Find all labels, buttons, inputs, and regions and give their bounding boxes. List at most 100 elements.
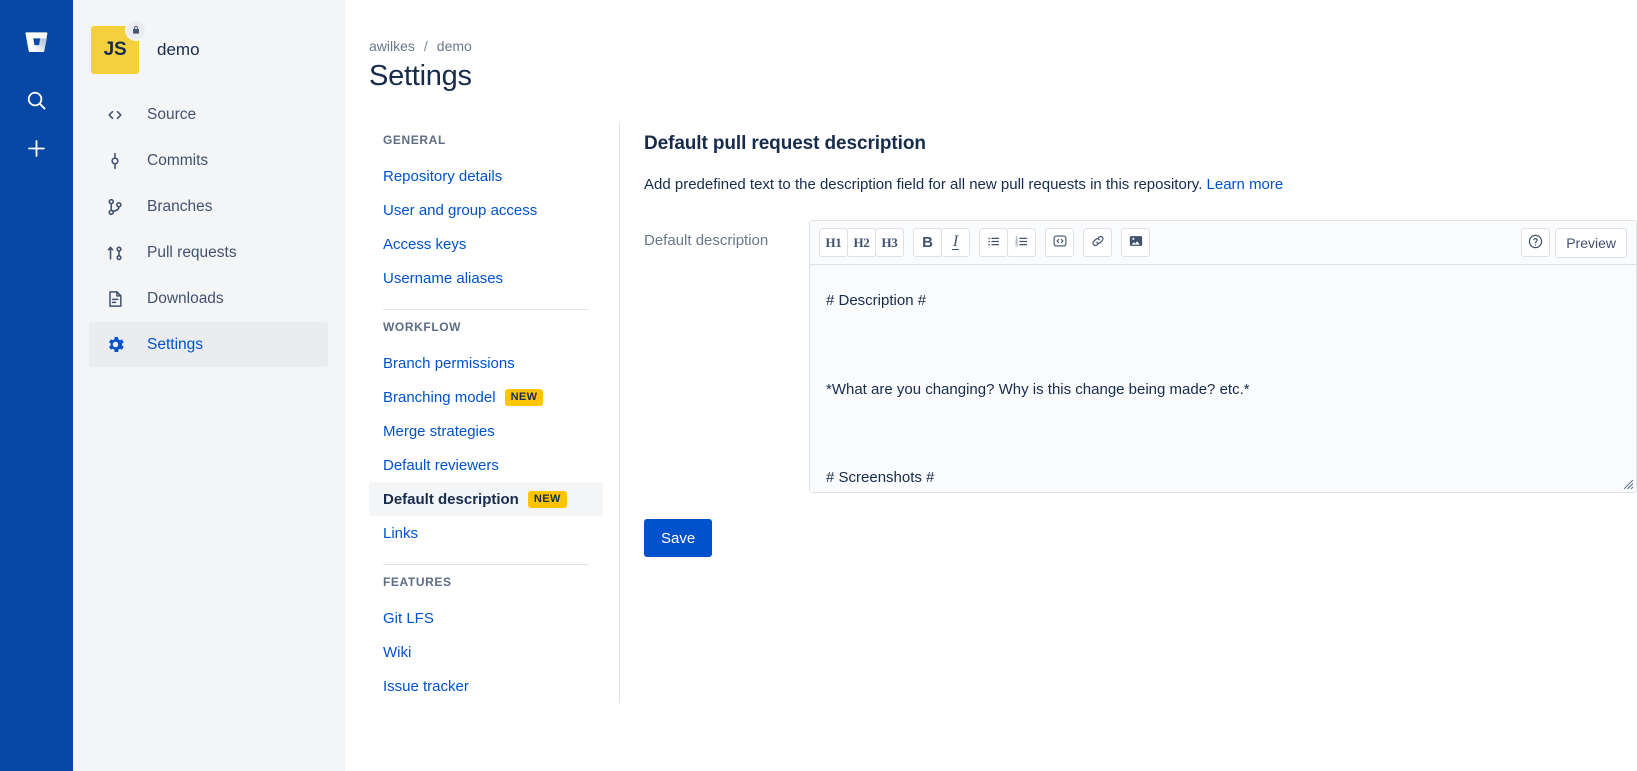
settings-nav-item-label: Merge strategies <box>383 422 495 440</box>
save-button[interactable]: Save <box>644 519 713 557</box>
breadcrumb: awilkes / demo <box>369 38 1637 54</box>
settings-nav-item-issue-tracker[interactable]: Issue tracker <box>369 669 603 703</box>
plus-icon[interactable] <box>17 128 57 168</box>
sidebar-item-downloads[interactable]: Downloads <box>89 276 328 321</box>
bulleted-list-icon <box>986 234 1001 252</box>
heading-1-label: H1 <box>825 234 842 250</box>
numbered-list-button[interactable]: 1 2 3 <box>1007 228 1036 257</box>
panel-description: Add predefined text to the description f… <box>644 174 1637 195</box>
sidebar-item-label: Pull requests <box>147 243 237 261</box>
status-badge: NEW <box>504 388 544 406</box>
settings-nav-item-label: Issue tracker <box>383 677 469 695</box>
question-circle-icon <box>1527 233 1544 253</box>
markdown-help-button[interactable] <box>1521 228 1551 257</box>
settings-nav-item-label: Username aliases <box>383 269 504 287</box>
settings-nav-item-access-keys[interactable]: Access keys <box>369 227 603 261</box>
default-description-textarea[interactable] <box>810 265 1636 492</box>
repository-name: demo <box>157 40 200 59</box>
repository-nav-list: Source Commits Branches Pull requests Do… <box>73 92 344 367</box>
settings-nav-item-label: Default reviewers <box>383 456 499 474</box>
repository-sidebar: JS demo Source Commits Branches Pull req… <box>73 0 345 771</box>
settings-nav-section-title: FEATURES <box>383 575 452 589</box>
sidebar-item-label: Settings <box>147 335 204 353</box>
settings-panel: Default pull request description Add pre… <box>619 123 1637 703</box>
app-root: JS demo Source Commits Branches Pull req… <box>0 0 1637 771</box>
sidebar-item-label: Source <box>147 105 197 123</box>
breadcrumb-repo[interactable]: demo <box>437 38 472 54</box>
status-badge: NEW <box>527 490 567 508</box>
heading-button-group: H1 H2 H3 <box>819 228 904 257</box>
image-icon <box>1128 233 1144 252</box>
sidebar-item-label: Commits <box>147 151 209 169</box>
settings-nav-item-label: Repository details <box>383 167 503 185</box>
file-download-icon <box>103 287 127 311</box>
repository-header[interactable]: JS demo <box>73 21 344 78</box>
repository-avatar-initials: JS <box>103 39 127 60</box>
settings-nav-item-branch-permissions[interactable]: Branch permissions <box>369 346 603 380</box>
sidebar-item-label: Downloads <box>147 289 224 307</box>
breadcrumb-workspace[interactable]: awilkes <box>369 38 415 54</box>
settings-nav-item-username-aliases[interactable]: Username aliases <box>369 261 603 295</box>
default-description-label: Default description <box>644 232 769 249</box>
settings-nav-item-git-lfs[interactable]: Git LFS <box>369 601 603 635</box>
sidebar-item-commits[interactable]: Commits <box>89 138 328 183</box>
toolbar-right-group: Preview <box>1521 227 1627 258</box>
heading-1-button[interactable]: H1 <box>819 228 848 257</box>
numbered-list-icon: 1 2 3 <box>1014 234 1029 252</box>
settings-nav: GENERAL Repository details User and grou… <box>369 123 619 703</box>
main-content: awilkes / demo Settings GENERAL Reposito… <box>345 0 1637 771</box>
sidebar-item-settings[interactable]: Settings <box>89 322 328 367</box>
sidebar-item-pull-requests[interactable]: Pull requests <box>89 230 328 275</box>
settings-nav-item-repository-details[interactable]: Repository details <box>369 159 603 193</box>
heading-3-button[interactable]: H3 <box>875 228 904 257</box>
settings-nav-item-label: User and group access <box>383 201 538 219</box>
heading-2-button[interactable]: H2 <box>847 228 876 257</box>
commit-icon <box>103 149 127 173</box>
sidebar-item-source[interactable]: Source <box>89 92 328 137</box>
settings-nav-item-default-reviewers[interactable]: Default reviewers <box>369 448 603 482</box>
settings-nav-item-label: Branching model <box>383 388 496 406</box>
settings-nav-item-label: Default description <box>383 490 519 508</box>
settings-nav-item-merge-strategies[interactable]: Merge strategies <box>369 414 603 448</box>
bitbucket-logo-icon[interactable] <box>17 22 57 62</box>
global-navigation-rail <box>0 0 73 771</box>
breadcrumb-separator: / <box>423 38 428 54</box>
italic-button[interactable]: I <box>941 228 970 257</box>
svg-text:3: 3 <box>1015 242 1018 247</box>
image-button[interactable] <box>1121 228 1150 257</box>
search-icon[interactable] <box>17 80 57 120</box>
preview-button-label: Preview <box>1566 234 1616 251</box>
panel-description-text: Add predefined text to the description f… <box>644 176 1207 193</box>
link-icon <box>1090 233 1106 252</box>
settings-nav-section-title: GENERAL <box>383 133 446 147</box>
sidebar-item-branches[interactable]: Branches <box>89 184 328 229</box>
markdown-editor: H1 H2 H3 B I 1 2 3 Preview # Description… <box>809 220 1637 493</box>
italic-label: I <box>951 233 960 250</box>
settings-body: GENERAL Repository details User and grou… <box>369 123 1637 703</box>
code-brackets-icon <box>103 103 127 127</box>
lock-icon <box>127 21 145 39</box>
preview-button[interactable]: Preview <box>1555 227 1627 258</box>
settings-nav-item-user-and-group-access[interactable]: User and group access <box>369 193 603 227</box>
markdown-editor-toolbar: H1 H2 H3 B I 1 2 3 Preview <box>810 221 1636 265</box>
settings-nav-item-branching-model[interactable]: Branching model NEW <box>369 380 603 414</box>
image-button-group <box>1121 228 1150 257</box>
heading-2-label: H2 <box>853 234 870 250</box>
link-button[interactable] <box>1083 228 1112 257</box>
pull-request-icon <box>103 241 127 265</box>
settings-nav-item-links[interactable]: Links <box>369 516 603 550</box>
learn-more-link[interactable]: Learn more <box>1207 176 1284 193</box>
branch-icon <box>103 195 127 219</box>
save-row: Save <box>644 519 1637 557</box>
link-button-group <box>1083 228 1112 257</box>
bulleted-list-button[interactable] <box>979 228 1008 257</box>
repository-avatar: JS <box>91 21 145 74</box>
bold-button[interactable]: B <box>913 228 942 257</box>
panel-title: Default pull request description <box>644 133 926 154</box>
sidebar-item-label: Branches <box>147 197 213 215</box>
settings-nav-item-wiki[interactable]: Wiki <box>369 635 603 669</box>
settings-nav-item-label: Branch permissions <box>383 354 515 372</box>
settings-nav-item-default-description[interactable]: Default description NEW <box>369 482 603 516</box>
text-style-button-group: B I <box>913 228 970 257</box>
code-block-button[interactable] <box>1045 228 1074 257</box>
